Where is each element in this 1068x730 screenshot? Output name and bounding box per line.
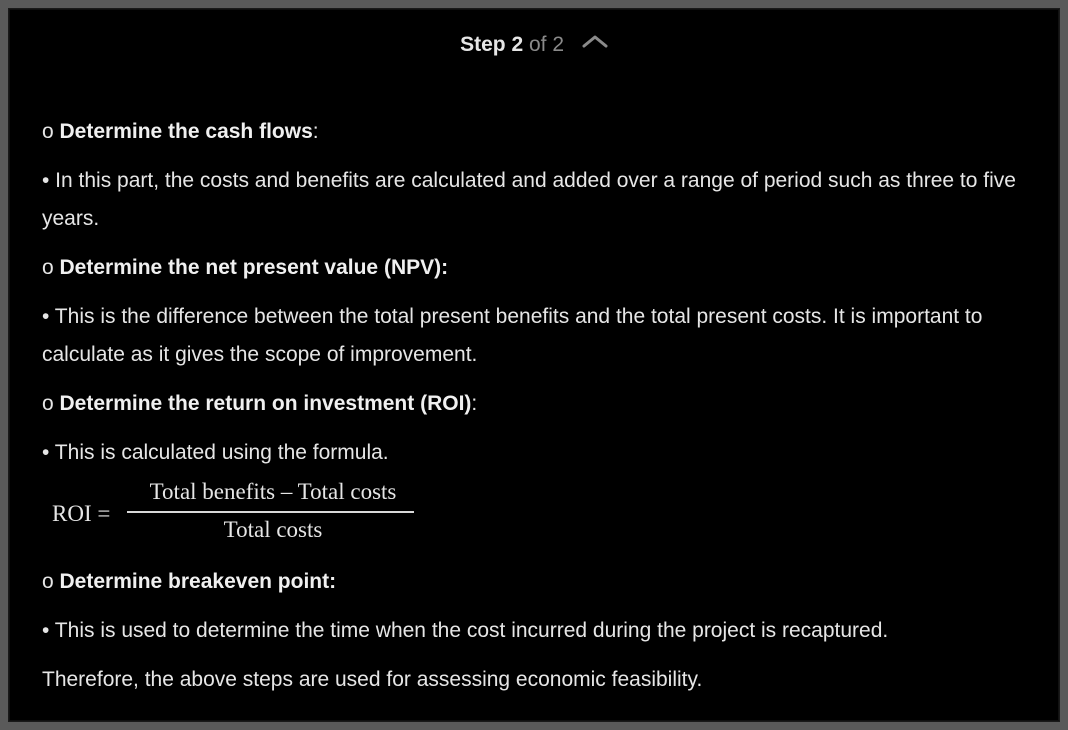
heading-marker: o — [42, 570, 60, 593]
conclusion-text: Therefore, the above steps are used for … — [42, 668, 703, 691]
heading-text: Determine the return on investment (ROI) — [59, 392, 472, 415]
step-header[interactable]: Step 2 of 2 — [9, 31, 1059, 59]
heading-punct: : — [312, 120, 319, 143]
roi-description: • This is calculated using the formula. — [42, 441, 389, 464]
fraction-bar — [127, 511, 414, 513]
heading-punct: : — [471, 392, 478, 415]
heading-text: Determine the net present value (NPV): — [59, 256, 449, 279]
step-total-label: of 2 — [529, 33, 565, 56]
heading-marker: o — [42, 120, 60, 143]
breakeven-description: • This is used to determine the time whe… — [42, 619, 889, 642]
solution-content: o Determine the cash flows: • In this pa… — [42, 113, 1032, 710]
step-heading-roi: o Determine the return on investment (RO… — [42, 385, 1032, 423]
step-heading-npv: o Determine the net present value (NPV): — [42, 249, 1032, 287]
formula-lhs: ROI = — [52, 501, 111, 526]
heading-marker: o — [42, 256, 60, 279]
step-heading-breakeven: o Determine breakeven point: — [42, 563, 1032, 601]
step-current-label: Step 2 — [460, 33, 524, 56]
solution-frame: Step 2 of 2 o Determine the cash flows: … — [0, 0, 1068, 730]
formula-denominator: Total costs — [223, 517, 323, 542]
solution-panel: Step 2 of 2 o Determine the cash flows: … — [8, 8, 1060, 722]
roi-formula: ROI = Total benefits – Total costs Total… — [42, 479, 1032, 553]
npv-description: • This is the difference between the tot… — [42, 305, 983, 366]
heading-text: Determine breakeven point: — [59, 570, 337, 593]
cash-flows-description: • In this part, the costs and benefits a… — [42, 169, 1016, 230]
chevron-up-icon[interactable] — [582, 28, 608, 56]
step-heading-cash-flows: o Determine the cash flows: — [42, 113, 1032, 151]
heading-text: Determine the cash flows — [59, 120, 313, 143]
heading-marker: o — [42, 392, 60, 415]
formula-numerator: Total benefits – Total costs — [149, 479, 397, 504]
